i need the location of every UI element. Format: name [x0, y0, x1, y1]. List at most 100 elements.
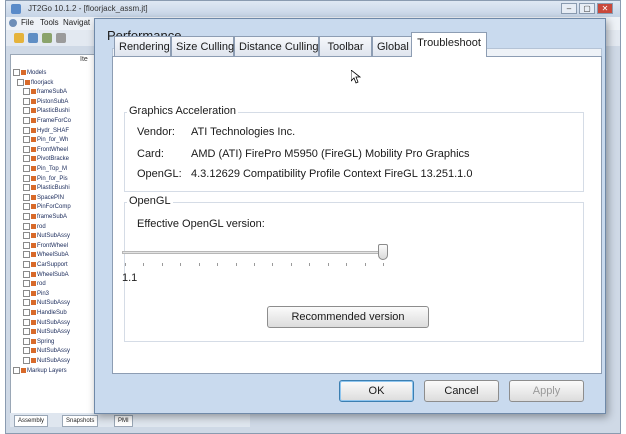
- tab-pmi[interactable]: PMI: [114, 415, 133, 427]
- recommended-version-button[interactable]: Recommended version: [267, 306, 429, 328]
- tree-item[interactable]: WheelSubA: [23, 251, 69, 259]
- expand-icon[interactable]: [23, 203, 30, 211]
- tree-item[interactable]: NutSubAssy: [23, 357, 70, 365]
- tree-item[interactable]: PistonSubA: [23, 97, 68, 106]
- slider-thumb[interactable]: [378, 244, 388, 260]
- expand-icon[interactable]: [23, 241, 30, 249]
- expand-icon[interactable]: [17, 78, 24, 86]
- expand-icon[interactable]: [23, 232, 30, 240]
- tree-item[interactable]: FrontWheel: [23, 145, 68, 154]
- expand-icon[interactable]: [23, 165, 30, 172]
- tree-item[interactable]: HandleSub: [23, 309, 67, 317]
- tree-item[interactable]: NutSubAssy: [23, 328, 70, 336]
- tab-rendering[interactable]: Rendering: [114, 36, 171, 56]
- slider-tick: [290, 263, 292, 266]
- expand-icon[interactable]: [23, 117, 30, 124]
- tree-item-label: SpacePIN: [37, 194, 65, 201]
- menu-tools[interactable]: Tools: [40, 18, 59, 27]
- expand-icon[interactable]: [23, 126, 30, 134]
- part-icon: [31, 175, 36, 181]
- tree-item[interactable]: Models: [13, 69, 46, 77]
- close-button[interactable]: ✕: [597, 3, 613, 14]
- expand-icon[interactable]: [23, 337, 30, 345]
- tree-item[interactable]: NutSubAssy: [23, 299, 70, 307]
- expand-icon[interactable]: [13, 366, 20, 374]
- expand-icon[interactable]: [23, 289, 30, 297]
- menu-file[interactable]: File: [21, 18, 34, 27]
- tree-item[interactable]: NutSubAssy: [23, 318, 70, 327]
- expand-icon[interactable]: [13, 69, 20, 76]
- tree-item[interactable]: Pin3: [23, 289, 49, 298]
- apply-button[interactable]: Apply: [509, 380, 584, 402]
- tree-item[interactable]: Pin_for_Wh: [23, 136, 68, 144]
- expand-icon[interactable]: [23, 88, 30, 96]
- tab-snapshots[interactable]: Snapshots: [62, 415, 99, 427]
- expand-icon[interactable]: [23, 193, 30, 201]
- expand-icon[interactable]: [23, 309, 30, 316]
- part-icon: [31, 338, 36, 344]
- tree-item[interactable]: rod: [23, 280, 46, 288]
- expand-icon[interactable]: [23, 251, 30, 259]
- tree-item[interactable]: PlasticBushi: [23, 107, 70, 115]
- tree-item[interactable]: PinForComp: [23, 203, 71, 211]
- tab-toolbar[interactable]: Toolbar: [319, 36, 372, 56]
- tree-item[interactable]: FrontWheel: [23, 241, 68, 250]
- ok-button[interactable]: OK: [339, 380, 414, 402]
- tree-item[interactable]: rod: [23, 222, 46, 231]
- cancel-button[interactable]: Cancel: [424, 380, 499, 402]
- part-icon: [31, 358, 36, 363]
- expand-icon[interactable]: [23, 184, 30, 192]
- slider-tick: [364, 263, 366, 266]
- tree-item[interactable]: PivotBracke: [23, 155, 69, 163]
- tree-item-label: Pin_Top_M: [37, 166, 68, 173]
- tab-global[interactable]: Global: [372, 36, 412, 56]
- settings-icon[interactable]: [56, 33, 66, 43]
- expand-icon[interactable]: [23, 299, 30, 307]
- expand-icon[interactable]: [23, 357, 30, 364]
- expand-icon[interactable]: [23, 328, 30, 336]
- tree-item[interactable]: frameSubA: [23, 88, 67, 96]
- tree-item[interactable]: SpacePIN: [23, 193, 65, 202]
- minimize-button[interactable]: –: [561, 3, 577, 14]
- tree-item[interactable]: Markup Layers: [13, 366, 67, 375]
- maximize-button[interactable]: ▢: [579, 3, 595, 14]
- app-menu-icon[interactable]: [9, 19, 17, 27]
- tree-item[interactable]: CarSupport: [23, 261, 68, 269]
- expand-icon[interactable]: [23, 270, 30, 278]
- tree-item[interactable]: Spring: [23, 337, 54, 346]
- tree-item-label: Pin_for_Pis: [37, 175, 68, 182]
- expand-icon[interactable]: [23, 174, 30, 182]
- tree-item[interactable]: NutSubAssy: [23, 232, 70, 240]
- expand-icon[interactable]: [23, 261, 30, 268]
- tab-distance-culling[interactable]: Distance Culling: [234, 36, 319, 56]
- tree-item[interactable]: WheelSubA: [23, 270, 69, 279]
- tree-item[interactable]: frameSubA: [23, 213, 67, 221]
- tree-item[interactable]: Pin_Top_M: [23, 165, 67, 173]
- expand-icon[interactable]: [23, 155, 30, 163]
- expand-icon[interactable]: [23, 136, 30, 144]
- tree-item[interactable]: NutSubAssy: [23, 347, 70, 355]
- tree-item[interactable]: floorjack: [17, 78, 53, 87]
- expand-icon[interactable]: [23, 97, 30, 105]
- save-icon[interactable]: [28, 33, 38, 43]
- expand-icon[interactable]: [23, 347, 30, 355]
- tab-troubleshoot[interactable]: Troubleshoot: [411, 32, 487, 57]
- tree-item[interactable]: FrameForCo: [23, 117, 71, 125]
- tab-size-culling[interactable]: Size Culling: [171, 36, 234, 56]
- tree-item[interactable]: Hydr_SHAF: [23, 126, 69, 135]
- opengl-version-slider[interactable]: [122, 251, 384, 254]
- expand-icon[interactable]: [23, 145, 30, 153]
- expand-icon[interactable]: [23, 222, 30, 230]
- print-icon[interactable]: [42, 33, 52, 43]
- expand-icon[interactable]: [23, 280, 30, 288]
- open-icon[interactable]: [14, 33, 24, 43]
- tab-assembly[interactable]: Assembly: [14, 415, 49, 427]
- expand-icon[interactable]: [23, 318, 30, 326]
- expand-icon[interactable]: [23, 107, 30, 115]
- expand-icon[interactable]: [23, 213, 30, 220]
- tree-item[interactable]: PlasticBushi: [23, 184, 70, 192]
- tree-item[interactable]: Pin_for_Pis: [23, 174, 68, 183]
- tree-item-label: PivotBracke: [37, 156, 70, 163]
- part-icon: [31, 252, 36, 258]
- menu-navigation[interactable]: Navigat: [63, 18, 90, 27]
